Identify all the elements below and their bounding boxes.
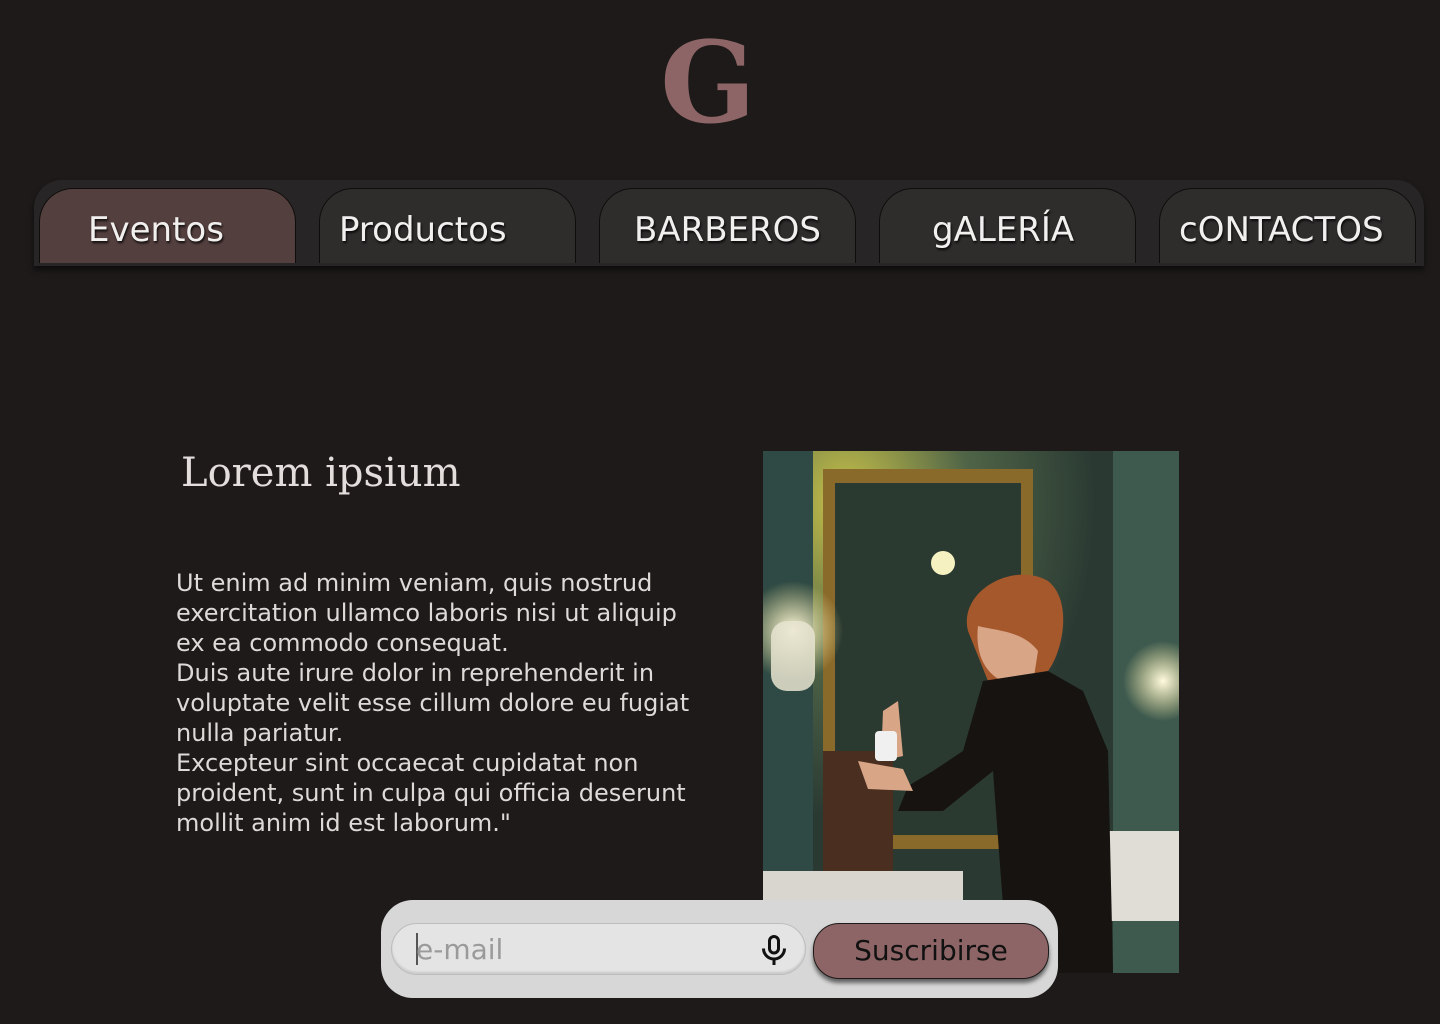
tab-barberos[interactable]: BARBEROS <box>599 188 856 263</box>
section-paragraph: Ut enim ad minim veniam, quis nostrud ex… <box>176 568 706 838</box>
paragraph-line: exercitation ullamco laboris nisi ut ali… <box>176 599 677 627</box>
paragraph-line: Excepteur sint occaecat cupidatat non <box>176 749 639 777</box>
newsletter-subscribe: Suscribirse <box>381 900 1058 998</box>
subscribe-button[interactable]: Suscribirse <box>813 923 1049 979</box>
microphone-icon[interactable] <box>756 932 792 968</box>
paragraph-line: mollit anim id est laborum." <box>176 809 511 837</box>
barber-photo <box>763 451 1179 973</box>
section-heading: Lorem ipsium <box>181 450 461 496</box>
paragraph-line: Duis aute irure dolor in reprehenderit i… <box>176 659 655 687</box>
tab-label: Eventos <box>88 210 224 250</box>
main-navigation: Eventos Productos BARBEROS gALERÍA cONTA… <box>34 180 1424 266</box>
tab-label: gALERÍA <box>932 210 1075 250</box>
paragraph-line: Ut enim ad minim veniam, quis nostrud <box>176 569 653 597</box>
tab-label: Productos <box>339 210 507 250</box>
paragraph-line: nulla pariatur. <box>176 719 344 747</box>
email-input[interactable] <box>416 930 736 968</box>
paragraph-line: proident, sunt in culpa qui officia dese… <box>176 779 686 807</box>
site-logo[interactable]: G <box>0 28 1416 140</box>
paragraph-line: ex ea commodo consequat. <box>176 629 509 657</box>
tab-label: cONTACTOS <box>1179 210 1384 250</box>
tab-galeria[interactable]: gALERÍA <box>879 188 1136 263</box>
tab-label: BARBEROS <box>634 210 821 250</box>
email-field[interactable] <box>391 923 806 975</box>
tab-productos[interactable]: Productos <box>319 188 576 263</box>
barber-photo-illustration <box>763 451 1179 973</box>
tab-contactos[interactable]: cONTACTOS <box>1159 188 1416 263</box>
paragraph-line: voluptate velit esse cillum dolore eu fu… <box>176 689 690 717</box>
tab-eventos[interactable]: Eventos <box>39 188 296 263</box>
